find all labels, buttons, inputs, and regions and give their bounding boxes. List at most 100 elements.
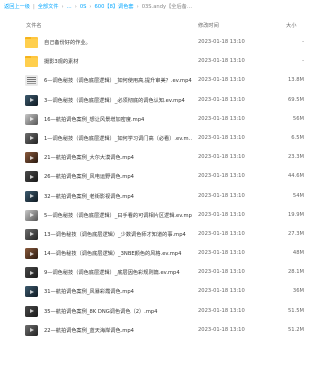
file-row[interactable]: 13—调色秘技（调色底层逻辑）_少数调色师才知道的事.mp4 2023-01-18… <box>0 225 320 244</box>
file-name[interactable]: 9—调色秘技（调色底层逻辑）_底层因色彩规则篇.ev.mp4 <box>44 269 192 276</box>
video-thumbnail-icon <box>25 171 38 183</box>
file-size: 28.1M <box>287 269 304 276</box>
play-icon <box>30 136 34 141</box>
breadcrumb-item-1[interactable]: … <box>67 4 72 10</box>
file-size: 13.8M <box>287 77 304 84</box>
video-thumbnail-icon <box>25 75 38 87</box>
file-row[interactable]: 31—航拍调色案例_风暴彩霞调色.mp4 2023-01-18 13:10 36M <box>0 282 320 301</box>
play-icon <box>30 174 34 179</box>
file-row[interactable]: 5—调色秘技（调色底层逻辑）_曰手看的可调相片区逻辑.ev.mp4 2023-01… <box>0 206 320 225</box>
folder-icon <box>25 37 38 48</box>
file-row[interactable]: 6—调色秘技（调色底层逻辑）_如何使用高,提升审美？.ev.mp4 2023-01… <box>0 71 320 90</box>
file-name[interactable]: 3—调色秘技（调色底层逻辑）_必须彻底的调色认知.ev.mp4 <box>44 97 192 104</box>
file-size: 54M <box>292 192 304 199</box>
file-name[interactable]: 14—调色秘技（调色底层逻辑）_3NBE颜色的风格.ev.mp4 <box>44 250 192 257</box>
folder-icon <box>25 56 38 68</box>
folder-row[interactable]: 摄影3观的素材 2023-01-18 13:10 - <box>0 52 320 71</box>
breadcrumb-item-2[interactable]: 0S <box>80 4 87 10</box>
file-modified-date: 2023-01-18 13:10 <box>198 307 245 314</box>
video-thumbnail-icon <box>25 190 38 202</box>
play-icon <box>30 155 34 160</box>
breadcrumb-separator: › <box>136 3 139 10</box>
file-size: 44.6M <box>287 173 304 180</box>
file-name[interactable]: 16—航拍调色案例_想让风景增加密度.mp4 <box>44 116 192 123</box>
play-icon <box>30 213 34 218</box>
file-row[interactable]: 21—航拍调色案例_大尔大漠调色.mp4 2023-01-18 13:10 23.3… <box>0 148 320 167</box>
file-name[interactable]: 21—航拍调色案例_大尔大漠调色.mp4 <box>44 154 192 161</box>
file-modified-date: 2023-01-18 13:10 <box>198 96 245 103</box>
file-name[interactable]: 22—航拍调色案例_蓝天海岸调色.mp4 <box>44 327 192 334</box>
file-name[interactable]: 5—调色秘技（调色底层逻辑）_曰手看的可调相片区逻辑.ev.mp4 <box>44 212 192 219</box>
video-thumbnail-icon <box>25 248 38 260</box>
file-size: - <box>302 58 304 65</box>
file-name[interactable]: 摄影3观的素材 <box>44 58 192 65</box>
file-modified-date: 2023-01-18 13:10 <box>198 230 245 237</box>
file-modified-date: 2023-01-18 13:10 <box>198 134 245 141</box>
file-modified-date: 2023-01-18 13:10 <box>198 39 245 45</box>
video-thumbnail-icon <box>25 209 38 221</box>
file-name[interactable]: 26—航拍调色案例_风电运野调色.mp4 <box>44 173 192 180</box>
file-name[interactable]: 13—调色秘技（调色底层逻辑）_少数调色师才知道的事.mp4 <box>44 231 192 238</box>
file-row[interactable]: 16—航拍调色案例_想让风景增加密度.mp4 2023-01-18 13:10 56… <box>0 110 320 129</box>
column-header-name[interactable]: 文件名 <box>26 22 42 29</box>
play-icon <box>30 328 34 333</box>
file-list: 自己备份好的作业。 2023-01-18 13:10 - 摄影3观的素材 2023-01… <box>0 33 320 340</box>
file-row[interactable]: 9—调色秘技（调色底层逻辑）_底层因色彩规则篇.ev.mp4 2023-01-18… <box>0 263 320 282</box>
file-row[interactable]: 14—调色秘技（调色底层逻辑）_3NBE颜色的风格.ev.mp4 2023-01-… <box>0 244 320 263</box>
file-name[interactable]: 6—调色秘技（调色底层逻辑）_如何使用高,提升审美？.ev.mp4 <box>44 77 192 84</box>
file-row[interactable]: 22—航拍调色案例_蓝天海岸调色.mp4 2023-01-18 13:10 51.2… <box>0 321 320 340</box>
play-icon <box>30 117 34 122</box>
video-thumbnail-icon <box>25 228 38 240</box>
file-modified-date: 2023-01-18 13:10 <box>198 288 245 295</box>
file-size: 69.5M <box>287 96 304 103</box>
file-size: - <box>302 39 304 45</box>
file-modified-date: 2023-01-18 13:10 <box>198 173 245 180</box>
breadcrumb-separator: | <box>32 3 35 10</box>
file-name[interactable]: 自己备份好的作业。 <box>44 39 192 46</box>
play-icon <box>30 270 34 275</box>
file-row[interactable]: 35—航拍调色案例_8K DNG调色调色（2）.mp4 2023-01-18 13… <box>0 302 320 321</box>
play-icon <box>30 98 34 103</box>
file-size: 56M <box>292 115 304 122</box>
file-size: 48M <box>292 250 304 257</box>
file-row[interactable]: 3—调色秘技（调色底层逻辑）_必须彻底的调色认知.ev.mp4 2023-01-1… <box>0 91 320 110</box>
play-icon <box>30 251 34 256</box>
breadcrumb-current: 03S.andy【全后备… <box>141 4 193 10</box>
file-row[interactable]: 32—航拍调色案例_老街影视调色.mp4 2023-01-18 13:10 54M <box>0 187 320 206</box>
breadcrumb-back-link[interactable]: 返回上一级 <box>4 3 30 10</box>
file-modified-date: 2023-01-18 13:10 <box>198 192 245 199</box>
video-thumbnail-icon <box>25 324 38 336</box>
breadcrumb-separator: › <box>89 3 92 10</box>
video-thumbnail-icon <box>25 94 38 106</box>
file-modified-date: 2023-01-18 13:10 <box>198 250 245 257</box>
breadcrumb-item-3[interactable]: 600【8】调色套 <box>94 3 133 10</box>
video-thumbnail-icon <box>25 286 38 298</box>
file-modified-date: 2023-01-18 13:10 <box>198 269 245 276</box>
video-thumbnail-icon <box>25 152 38 164</box>
file-size: 51.5M <box>287 307 304 314</box>
file-name[interactable]: 31—航拍调色案例_风暴彩霞调色.mp4 <box>44 288 192 295</box>
play-icon <box>30 309 34 314</box>
file-name[interactable]: 32—航拍调色案例_老街影视调色.mp4 <box>44 193 192 200</box>
file-size: 6.5M <box>291 134 304 141</box>
file-size: 51.2M <box>287 326 304 333</box>
file-row[interactable]: 1—调色秘技（调色底层逻辑）_如何学习调门高（必看）.ev.m… 2023-01-… <box>0 129 320 148</box>
folder-row[interactable]: 自己备份好的作业。 2023-01-18 13:10 - <box>0 33 320 52</box>
file-size: 36M <box>292 288 304 295</box>
video-thumbnail-icon <box>25 267 38 279</box>
video-thumbnail-icon <box>25 113 38 125</box>
column-header-date[interactable]: 修改时间 <box>198 22 219 29</box>
file-modified-date: 2023-01-18 13:10 <box>198 115 245 122</box>
file-modified-date: 2023-01-18 13:10 <box>198 58 245 65</box>
video-thumbnail-icon <box>25 132 38 144</box>
breadcrumb-all-files-link[interactable]: 全部文件 <box>38 3 59 10</box>
file-name[interactable]: 1—调色秘技（调色底层逻辑）_如何学习调门高（必看）.ev.m… <box>44 135 192 142</box>
video-thumbnail-icon <box>25 305 38 317</box>
file-row[interactable]: 26—航拍调色案例_风电运野调色.mp4 2023-01-18 13:10 44.6… <box>0 167 320 186</box>
column-header-size[interactable]: 大小 <box>286 22 296 29</box>
breadcrumb-separator: › <box>74 3 77 10</box>
file-name[interactable]: 35—航拍调色案例_8K DNG调色调色（2）.mp4 <box>44 308 192 315</box>
play-icon <box>30 194 34 198</box>
breadcrumb-separator: › <box>61 3 64 10</box>
file-size: 19.9M <box>287 211 304 218</box>
